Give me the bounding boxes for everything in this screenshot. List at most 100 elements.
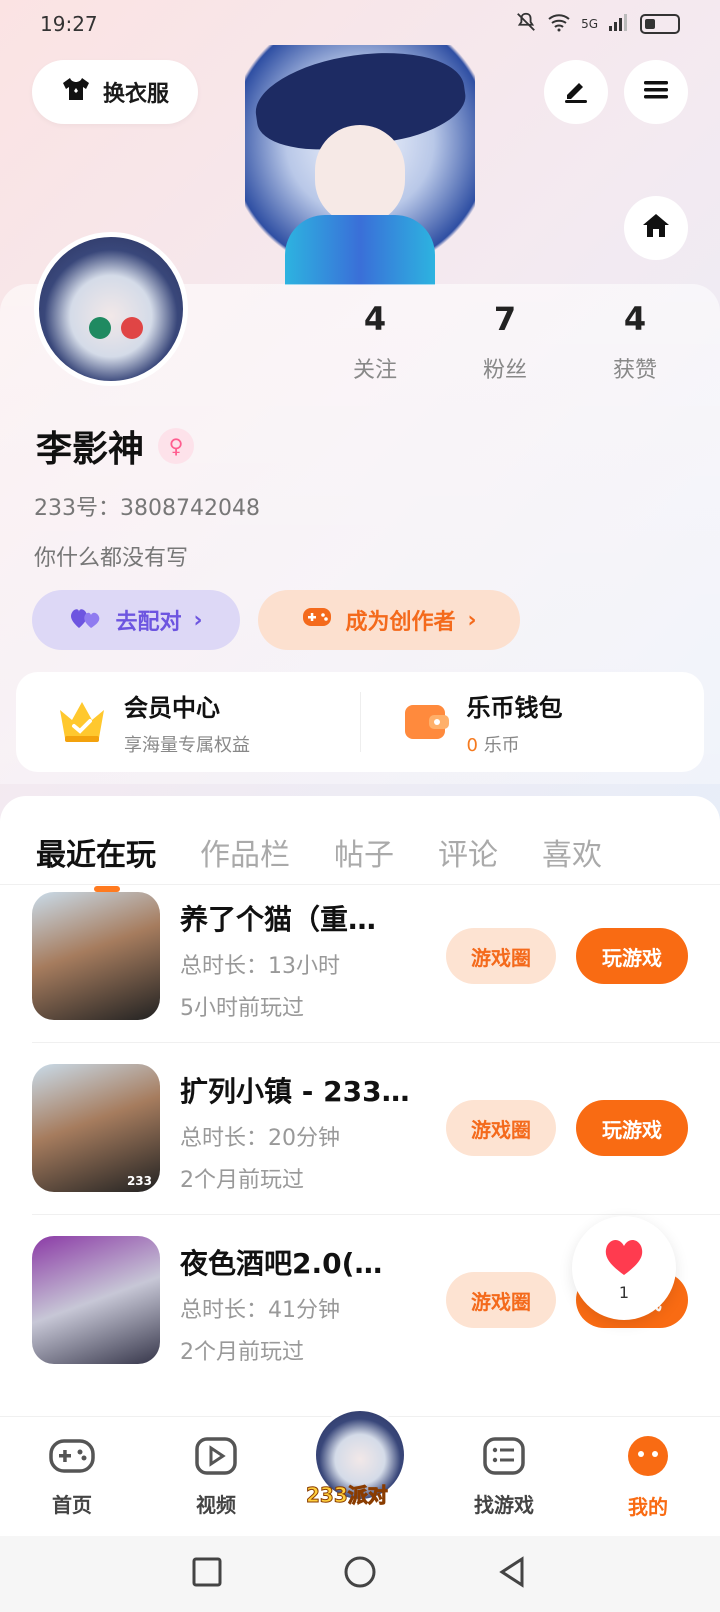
wifi-icon — [547, 12, 571, 37]
wallet-unit: 乐币 — [483, 734, 520, 756]
row-divider — [32, 1042, 720, 1043]
nav-find-games[interactable]: 找游戏 — [432, 1417, 576, 1536]
nav-find-games-label: 找游戏 — [474, 1492, 534, 1517]
wallet-title: 乐币钱包 — [466, 693, 563, 722]
benefit-card: 会员中心 享海量专属权益 乐币钱包 0 乐币 — [16, 672, 704, 772]
become-creator-label: 成为创作者 — [345, 610, 456, 635]
home-circle-icon[interactable] — [342, 1554, 378, 1594]
stat-following-value: 4 — [363, 300, 387, 338]
tab-recently-played[interactable]: 最近在玩 — [36, 830, 156, 892]
username-row: 李影神 ♀ — [36, 420, 195, 472]
signal-icon — [608, 12, 630, 37]
wallet[interactable]: 乐币钱包 0 乐币 — [361, 672, 705, 772]
menu-icon — [641, 75, 671, 109]
hero-face-shape — [315, 125, 405, 225]
battery-icon — [640, 14, 680, 34]
game-thumbnail[interactable]: 233 — [32, 1064, 160, 1192]
member-center-title: 会员中心 — [124, 693, 220, 722]
female-gender-icon: ♀ — [158, 428, 195, 464]
game-duration: 总时长：20分钟 — [180, 1126, 340, 1151]
profile-tabs: 最近在玩 作品栏 帖子 评论 喜欢 — [0, 822, 720, 892]
tabs-divider — [0, 884, 720, 885]
edit-icon — [561, 75, 591, 109]
play-game-button[interactable]: 玩游戏 — [576, 1100, 688, 1156]
game-last-played: 2个月前玩过 — [180, 1168, 304, 1193]
avatar-eye-right — [121, 317, 143, 339]
change-clothes-label: 换衣服 — [102, 82, 169, 107]
bottom-nav: 首页 视频 233派对 找游戏 我的 — [0, 1406, 720, 1536]
profile-stats: 4 关注 7 粉丝 4 获赞 — [310, 300, 700, 384]
nav-party[interactable]: 233派对 — [288, 1406, 432, 1536]
stat-followers[interactable]: 7 粉丝 — [450, 300, 560, 384]
menu-button[interactable] — [624, 60, 688, 124]
recents-square-icon[interactable] — [190, 1555, 224, 1593]
nav-video-label: 视频 — [196, 1492, 236, 1517]
video-icon — [194, 1436, 238, 1481]
tab-comments[interactable]: 评论 — [438, 830, 498, 874]
game-thumbnail[interactable] — [32, 1236, 160, 1364]
game-circle-button[interactable]: 游戏圈 — [446, 928, 556, 984]
nav-home[interactable]: 首页 — [0, 1417, 144, 1536]
change-clothes-button[interactable]: 换衣服 — [32, 60, 198, 124]
game-row[interactable]: 233 扩列小镇 - 233… 总时长：20分钟 2个月前玩过 游戏圈 玩游戏 — [32, 1064, 720, 1234]
game-row[interactable]: 养了个猫（重… 总时长：13小时 5小时前玩过 游戏圈 玩游戏 — [32, 892, 720, 1062]
game-title: 养了个猫（重… — [180, 903, 377, 936]
game-title: 扩列小镇 - 233… — [180, 1075, 410, 1108]
pair-button[interactable]: 去配对 › — [32, 590, 240, 650]
home-icon — [640, 210, 672, 246]
floating-like-button[interactable]: 1 — [572, 1216, 676, 1320]
nav-home-label: 首页 — [52, 1492, 92, 1517]
chevron-right-icon: › — [467, 607, 477, 633]
stat-likes-label: 获赞 — [612, 358, 657, 383]
member-center[interactable]: 会员中心 享海量专属权益 — [16, 672, 360, 772]
tab-posts[interactable]: 帖子 — [334, 830, 394, 874]
chevron-right-icon: › — [193, 607, 203, 633]
wallet-icon — [401, 697, 451, 747]
game-duration: 总时长：41分钟 — [180, 1298, 340, 1323]
hero-dress-shape — [285, 215, 435, 285]
double-heart-icon — [69, 604, 103, 636]
status-icons: 5G — [515, 11, 680, 38]
wallet-balance: 0 乐币 — [467, 731, 563, 757]
gamepad-icon — [301, 604, 333, 636]
stat-followers-value: 7 — [493, 300, 517, 338]
tab-works[interactable]: 作品栏 — [200, 830, 290, 874]
mute-icon — [515, 11, 537, 38]
user-id[interactable]: 233号：3808742048 — [34, 490, 260, 522]
hero-avatar-image[interactable] — [245, 40, 475, 285]
username: 李影神 — [36, 429, 145, 470]
member-center-subtitle: 享海量专属权益 — [124, 734, 250, 756]
status-time: 19:27 — [40, 12, 98, 36]
nav-mine-label: 我的 — [628, 1494, 668, 1519]
signal-label: 5G — [581, 17, 598, 31]
become-creator-button[interactable]: 成为创作者 › — [258, 590, 520, 650]
nav-mine[interactable]: 我的 — [576, 1417, 720, 1536]
game-thumbnail[interactable] — [32, 892, 160, 1020]
shirt-icon — [61, 74, 91, 110]
user-avatar[interactable] — [34, 232, 188, 386]
game-title: 夜色酒吧2.0(测… — [180, 1247, 410, 1280]
game-last-played: 2个月前玩过 — [180, 1340, 304, 1365]
list-icon — [482, 1436, 526, 1481]
game-duration: 总时长：13小时 — [180, 954, 340, 979]
game-circle-button[interactable]: 游戏圈 — [446, 1272, 556, 1328]
stat-following-label: 关注 — [352, 358, 397, 383]
profile-face-icon — [626, 1434, 670, 1483]
back-triangle-icon[interactable] — [496, 1555, 530, 1593]
tab-likes[interactable]: 喜欢 — [542, 830, 602, 874]
home-button[interactable] — [624, 196, 688, 260]
system-nav-bar — [0, 1536, 720, 1612]
play-game-button[interactable]: 玩游戏 — [576, 928, 688, 984]
game-circle-button[interactable]: 游戏圈 — [446, 1100, 556, 1156]
row-divider — [32, 1214, 720, 1215]
status-bar: 19:27 5G — [0, 0, 720, 48]
wallet-amount: 0 — [466, 734, 478, 756]
stat-likes-value: 4 — [623, 300, 647, 338]
nav-video[interactable]: 视频 — [144, 1417, 288, 1536]
stat-following[interactable]: 4 关注 — [320, 300, 430, 384]
user-bio[interactable]: 你什么都没有写 — [34, 540, 188, 572]
stat-followers-label: 粉丝 — [482, 358, 527, 383]
stat-likes[interactable]: 4 获赞 — [580, 300, 690, 384]
nav-party-label: 233派对 — [306, 1483, 389, 1508]
edit-profile-button[interactable] — [544, 60, 608, 124]
